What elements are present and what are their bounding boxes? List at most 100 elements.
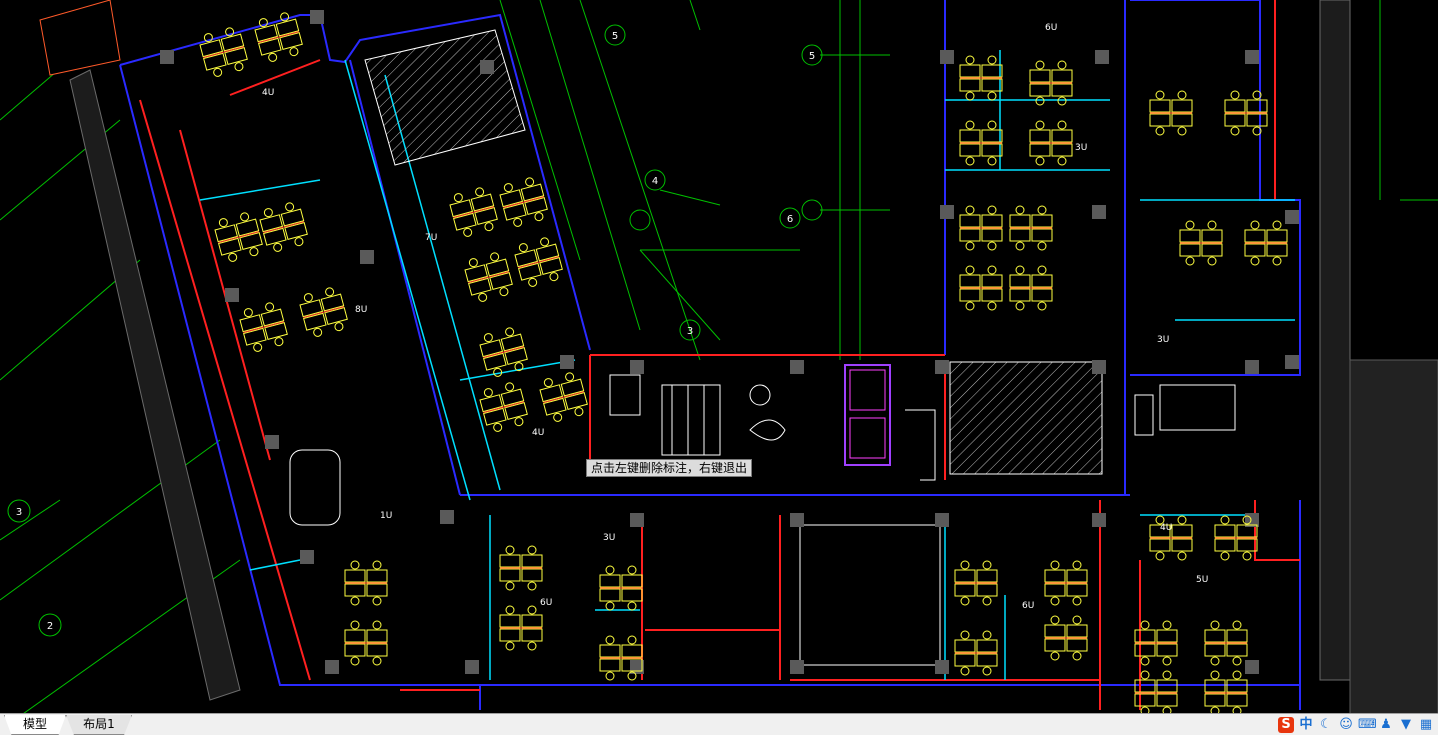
desk xyxy=(1029,83,1051,97)
room-label: 5U xyxy=(1196,575,1208,585)
chair xyxy=(253,342,263,352)
desk xyxy=(1031,274,1053,288)
desk xyxy=(959,78,981,92)
chair xyxy=(274,337,284,347)
room-label: 3U xyxy=(603,533,615,543)
desk xyxy=(981,129,1003,143)
desk xyxy=(954,569,976,583)
elevator-car xyxy=(849,369,886,411)
chair xyxy=(289,47,299,57)
service-core-hatch xyxy=(364,29,526,166)
desk xyxy=(344,569,366,583)
desk xyxy=(599,644,621,658)
workstation xyxy=(959,265,1003,311)
desk xyxy=(1156,693,1178,707)
chair xyxy=(982,666,992,676)
desk xyxy=(599,658,621,672)
desk xyxy=(521,628,543,642)
chair xyxy=(987,156,997,166)
ime-language-toggle[interactable]: 中 xyxy=(1298,717,1314,733)
desk xyxy=(1031,214,1053,228)
moon-icon[interactable]: ☾ xyxy=(1318,717,1334,733)
desk xyxy=(366,643,388,657)
desk xyxy=(1224,99,1246,113)
chair xyxy=(514,417,524,427)
shirt-icon[interactable]: ▼ xyxy=(1398,717,1414,733)
chair xyxy=(528,277,538,287)
desk xyxy=(1051,129,1073,143)
chair xyxy=(334,322,344,332)
desk xyxy=(1134,643,1156,657)
workstation xyxy=(1179,220,1223,266)
chair xyxy=(1210,656,1220,666)
chair xyxy=(1155,551,1165,561)
chair xyxy=(960,666,970,676)
chair xyxy=(372,560,382,570)
keyboard-icon[interactable]: ⌨ xyxy=(1358,717,1377,733)
chair xyxy=(527,581,537,591)
ime-logo-icon[interactable]: S xyxy=(1278,716,1294,733)
desk xyxy=(1134,629,1156,643)
user-icon[interactable]: ♟ xyxy=(1378,717,1394,733)
desk xyxy=(1246,113,1268,127)
room-label: 6U xyxy=(1022,601,1034,611)
chair xyxy=(218,218,228,228)
chair xyxy=(294,237,304,247)
chair xyxy=(490,252,500,262)
chair xyxy=(1250,256,1260,266)
floor-plan-drawing[interactable]: 5 4 5 6 3 3 2 4U 6U 3U 7U 8U 1U 4U 3U 6U… xyxy=(0,0,1438,716)
workstation xyxy=(479,327,528,377)
chair xyxy=(372,596,382,606)
tab-model[interactable]: 模型 xyxy=(4,715,66,735)
chair xyxy=(987,205,997,215)
axis-bubble-label: 5 xyxy=(612,31,618,42)
chair xyxy=(505,641,515,651)
workstation xyxy=(214,212,263,262)
chair xyxy=(965,265,975,275)
chair xyxy=(483,333,493,343)
desk xyxy=(1204,629,1226,643)
chair xyxy=(505,581,515,591)
desk xyxy=(981,214,1003,228)
chair xyxy=(987,301,997,311)
workstation xyxy=(1204,670,1248,716)
desk xyxy=(959,64,981,78)
room-label: 4U xyxy=(262,88,274,98)
desk xyxy=(599,574,621,588)
chair xyxy=(1072,651,1082,661)
desk xyxy=(1156,643,1178,657)
chair xyxy=(1015,241,1025,251)
chair xyxy=(1037,241,1047,251)
chair xyxy=(534,212,544,222)
grid-icon[interactable]: ▦ xyxy=(1418,717,1434,733)
desk xyxy=(1244,229,1266,243)
chair xyxy=(372,656,382,666)
cad-model-canvas[interactable]: 5 4 5 6 3 3 2 4U 6U 3U 7U 8U 1U 4U 3U 6U… xyxy=(0,0,1438,716)
desk xyxy=(1179,243,1201,257)
desk xyxy=(1009,228,1031,242)
chair xyxy=(1072,596,1082,606)
desk xyxy=(1066,638,1088,652)
workstation xyxy=(954,560,998,606)
desk xyxy=(1009,274,1031,288)
workstation xyxy=(514,237,563,287)
chair xyxy=(1242,551,1252,561)
workstation xyxy=(344,560,388,606)
chair xyxy=(565,372,575,382)
emoji-icon[interactable]: ☺ xyxy=(1338,717,1354,733)
chair xyxy=(627,565,637,575)
tab-layout1[interactable]: 布局1 xyxy=(66,715,132,735)
chair xyxy=(553,412,563,422)
desk xyxy=(344,629,366,643)
desk xyxy=(1204,693,1226,707)
desk xyxy=(1204,643,1226,657)
desk xyxy=(976,639,998,653)
chair xyxy=(213,67,223,77)
chair xyxy=(503,183,513,193)
desk xyxy=(959,288,981,302)
chair xyxy=(240,212,250,222)
desk xyxy=(1066,569,1088,583)
landscape-strip-right xyxy=(1319,0,1351,681)
desk xyxy=(1171,524,1193,538)
chair xyxy=(1185,220,1195,230)
